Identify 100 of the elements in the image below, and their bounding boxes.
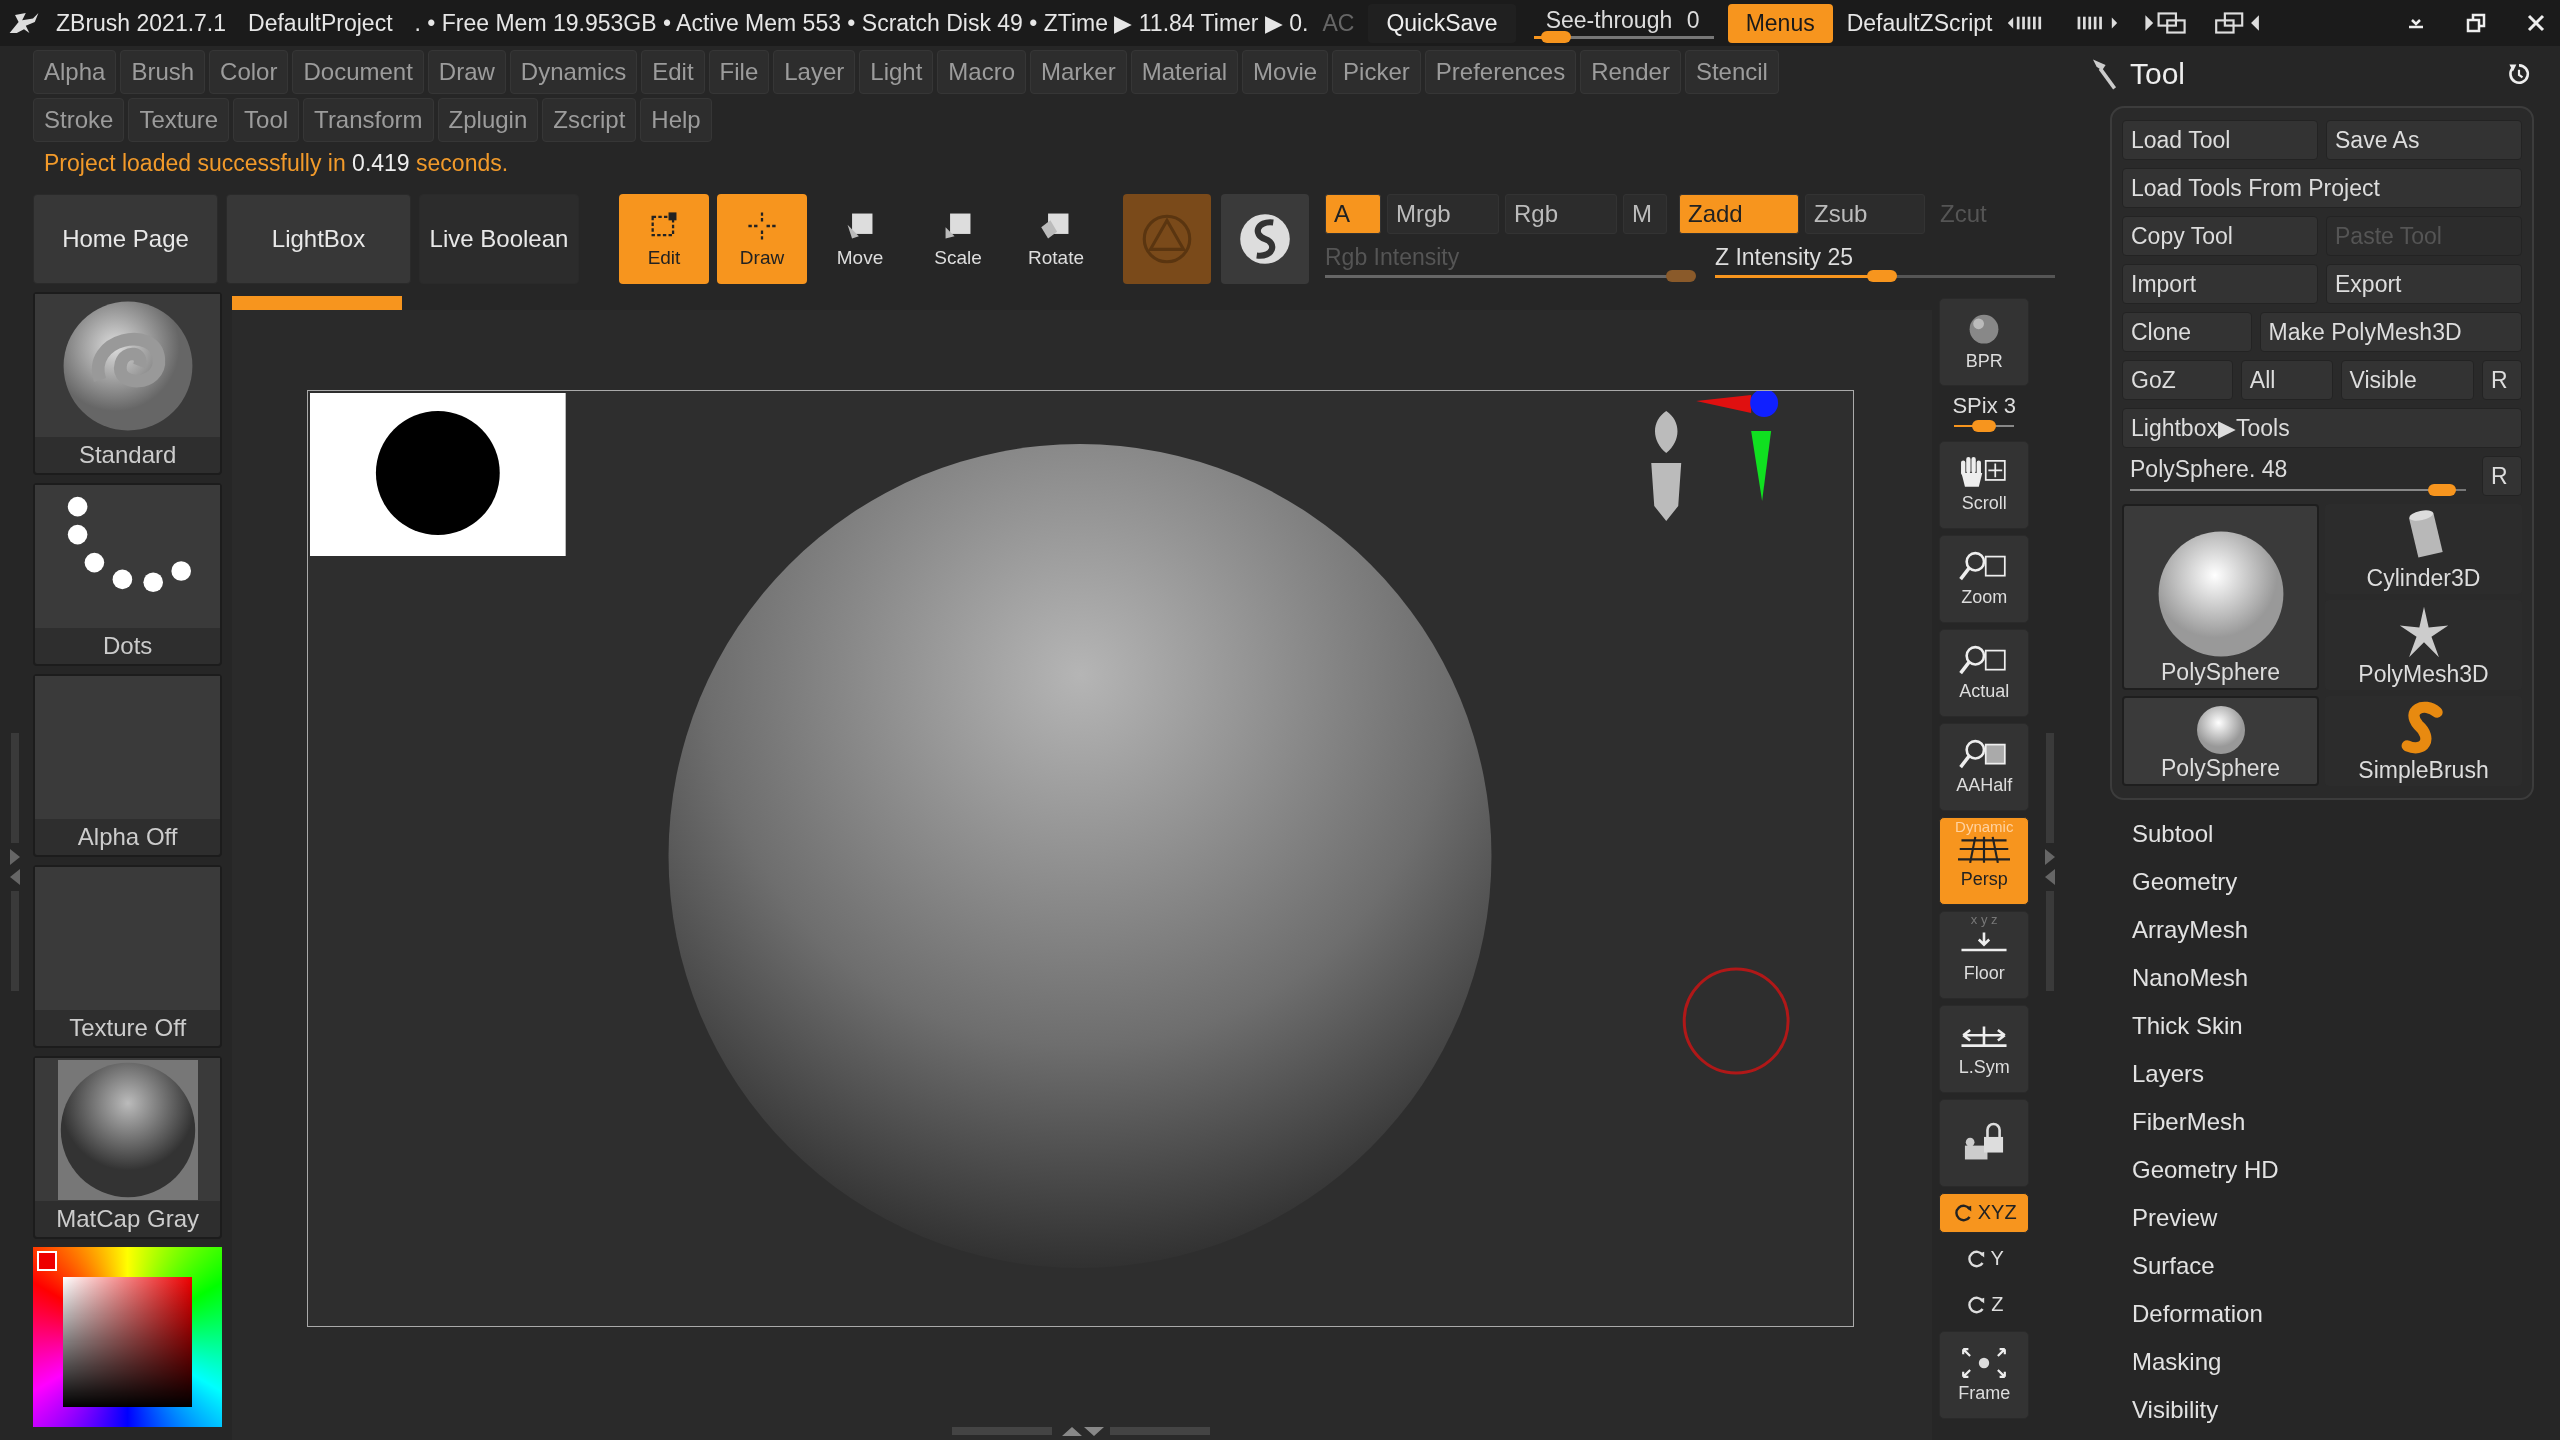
view-tool-button[interactable]: Frame <box>1939 1330 2030 1419</box>
restore-icon[interactable] <box>2464 11 2488 35</box>
subpalette-item[interactable]: Subtool <box>2132 810 2560 858</box>
view-tool-button[interactable]: Zoom <box>1939 534 2030 623</box>
menu-item[interactable]: Preferences <box>1424 50 1577 94</box>
view-tool-button[interactable]: L.Sym <box>1939 1004 2030 1093</box>
mode-button[interactable]: Edit <box>619 194 709 284</box>
rgb-mode-button[interactable]: Mrgb <box>1387 194 1499 234</box>
tool-button[interactable]: Visible <box>2340 360 2474 400</box>
view-tool-button[interactable]: Scroll <box>1939 440 2030 529</box>
mode-button[interactable]: Scale <box>913 194 1003 284</box>
menu-item[interactable]: Material <box>1130 50 1239 94</box>
quicksave-button[interactable]: QuickSave <box>1368 3 1516 43</box>
menu-item[interactable]: Zplugin <box>437 98 539 142</box>
main-color-swatch[interactable] <box>36 1251 57 1271</box>
tool-button[interactable]: Make PolyMesh3D <box>2259 312 2522 352</box>
menu-item[interactable]: Stencil <box>1684 50 1779 94</box>
tool-button[interactable]: Load Tool <box>2122 120 2318 160</box>
view-tool-button[interactable]: x y z Floor <box>1939 910 2030 999</box>
view-tool-button[interactable]: Actual <box>1939 628 2030 717</box>
tool-button[interactable]: Lightbox▶Tools <box>2122 408 2522 448</box>
tool-button[interactable]: R <box>2482 456 2522 496</box>
menu-item[interactable]: Transform <box>303 98 434 142</box>
tool-thumbnail[interactable]: PolySphere <box>2122 696 2319 786</box>
mode-button[interactable]: Draw <box>717 194 807 284</box>
scroll-handle[interactable] <box>952 1424 1213 1438</box>
tool-button[interactable]: R <box>2482 360 2522 400</box>
view-tool-button[interactable]: AAHalf <box>1939 722 2030 811</box>
menu-item[interactable]: Texture <box>128 98 230 142</box>
subpalette-item[interactable]: Deformation <box>2132 1290 2560 1338</box>
tool-thumbnail[interactable]: PolySphere <box>2122 504 2319 690</box>
rgb-mode-button[interactable]: M <box>1623 194 1667 234</box>
panel-toggle-icon[interactable] <box>7 733 22 993</box>
subpalette-item[interactable]: NanoMesh <box>2132 954 2560 1002</box>
tool-button[interactable]: Copy Tool <box>2122 216 2318 256</box>
menu-item[interactable]: Tool <box>233 98 300 142</box>
shelf-tile[interactable]: Alpha Off <box>32 674 223 857</box>
menu-item[interactable]: Brush <box>120 50 206 94</box>
tool-button[interactable]: GoZ <box>2122 360 2233 400</box>
toolbar-button[interactable]: Home Page <box>33 194 218 284</box>
view-tool-button[interactable]: Y <box>1939 1238 2030 1279</box>
menu-item[interactable]: Draw <box>427 50 506 94</box>
z-mode-button[interactable]: Zadd <box>1679 194 1799 234</box>
menu-item[interactable]: Dynamics <box>509 50 638 94</box>
menu-item[interactable]: Document <box>292 50 424 94</box>
menu-item[interactable]: Light <box>859 50 934 94</box>
subpalette-item[interactable]: Geometry HD <box>2132 1146 2560 1194</box>
rgb-mode-button[interactable]: A <box>1325 194 1381 234</box>
subpalette-item[interactable]: Visibility <box>2132 1386 2560 1434</box>
subpalette-item[interactable]: Geometry <box>2132 858 2560 906</box>
menu-item[interactable]: Movie <box>1242 50 1329 94</box>
view-tool-button[interactable]: XYZ <box>1939 1192 2030 1233</box>
menu-item[interactable]: Stroke <box>33 98 125 142</box>
tool-button[interactable]: Clone <box>2122 312 2252 352</box>
mode-button[interactable]: Move <box>815 194 905 284</box>
tool-button[interactable]: Export <box>2326 264 2522 304</box>
menu-item[interactable]: Alpha <box>33 50 117 94</box>
color-picker[interactable] <box>32 1247 223 1427</box>
subpalette-item[interactable]: Surface <box>2132 1242 2560 1290</box>
subpalette-item[interactable]: ArrayMesh <box>2132 906 2560 954</box>
menu-item[interactable]: Color <box>209 50 289 94</box>
subpalette-item[interactable]: FiberMesh <box>2132 1098 2560 1146</box>
view-tool-button[interactable]: Dynamic Persp <box>1939 816 2030 905</box>
menus-button[interactable]: Menus <box>1727 3 1833 43</box>
menu-item[interactable]: Picker <box>1332 50 1421 94</box>
shelf-tile[interactable]: Texture Off <box>32 865 223 1048</box>
rgb-mode-button[interactable]: Rgb <box>1505 194 1617 234</box>
menu-item[interactable]: Zscript <box>542 98 637 142</box>
crosshair-icon <box>745 209 779 243</box>
tool-button[interactable]: Save As <box>2326 120 2522 160</box>
menu-item[interactable]: Layer <box>773 50 856 94</box>
mode-button[interactable]: Rotate <box>1011 194 1101 284</box>
reset-icon[interactable] <box>2506 61 2532 87</box>
shelf-tile[interactable]: Dots <box>32 483 223 666</box>
menu-item[interactable]: Macro <box>937 50 1027 94</box>
shelf-tile[interactable]: MatCap Gray <box>32 1056 223 1239</box>
spix-slider[interactable]: SPix 3 <box>1939 392 2030 435</box>
z-mode-button[interactable]: Zsub <box>1805 194 1925 234</box>
polysphere-slider[interactable]: PolySphere. 48 <box>2122 456 2474 496</box>
view-tool-button[interactable] <box>1939 1098 2030 1187</box>
menu-item[interactable]: Edit <box>641 50 705 94</box>
subpalette-item[interactable]: Preview <box>2132 1194 2560 1242</box>
menu-item[interactable]: Render <box>1580 50 1681 94</box>
tool-button[interactable]: All <box>2240 360 2333 400</box>
matcap-sphere-icon <box>57 1059 198 1200</box>
tool-button[interactable]: Load Tools From Project <box>2122 168 2522 208</box>
view-tool-button[interactable]: BPR <box>1939 298 2030 386</box>
subpalette-item[interactable]: Layers <box>2132 1050 2560 1098</box>
menu-item[interactable]: Help <box>640 98 712 142</box>
tool-button[interactable]: Import <box>2122 264 2318 304</box>
menu-item[interactable]: File <box>708 50 770 94</box>
panel-toggle-icon[interactable] <box>2043 733 2058 993</box>
toolbar-button[interactable]: LightBox <box>226 194 411 284</box>
sphere-brush-button[interactable] <box>1221 194 1309 284</box>
subpalette-item[interactable]: Masking <box>2132 1338 2560 1386</box>
menu-item[interactable]: Marker <box>1030 50 1127 94</box>
toolbar-button[interactable]: Live Boolean <box>419 194 579 284</box>
view-tool-button[interactable]: Z <box>1939 1284 2030 1325</box>
shelf-tile[interactable]: Standard <box>32 292 223 475</box>
subpalette-item[interactable]: Thick Skin <box>2132 1002 2560 1050</box>
